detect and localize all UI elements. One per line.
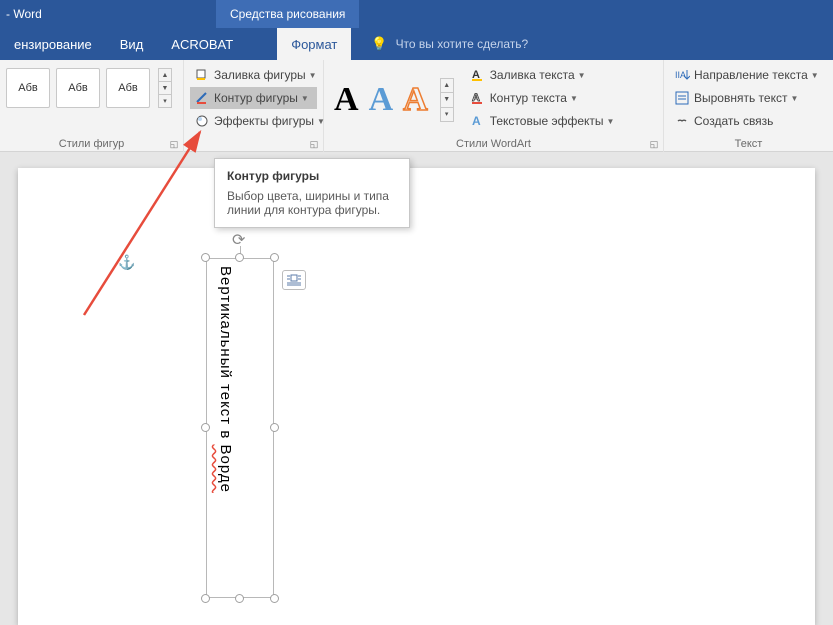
align-text-button[interactable]: Выровнять текст▼ <box>670 87 827 109</box>
resize-handle[interactable] <box>201 594 210 603</box>
tooltip-shape-outline: Контур фигуры Выбор цвета, ширины и типа… <box>214 158 410 228</box>
group-shape-options: Заливка фигуры▼ Контур фигуры▼ Эффекты ф… <box>184 60 324 152</box>
anchor-icon: ⚓ <box>118 254 135 271</box>
tooltip-body: Выбор цвета, ширины и типа линии для кон… <box>227 189 397 217</box>
resize-handle[interactable] <box>270 253 279 262</box>
tell-me-placeholder: Что вы хотите сделать? <box>396 37 529 51</box>
ribbon-tabs: ензирование Вид ACROBAT Формат 💡 Что вы … <box>0 28 833 60</box>
layout-options-icon <box>286 274 302 286</box>
gallery-up-icon[interactable]: ▲ <box>159 69 171 82</box>
wordart-thumb[interactable]: A <box>369 81 394 119</box>
ribbon: Абв Абв Абв ▲ ▼ ▾ Стили фигур ◱ Заливка … <box>0 60 833 152</box>
tell-me-search[interactable]: 💡 Что вы хотите сделать? <box>371 36 528 52</box>
fill-icon <box>194 67 210 83</box>
dialog-launcher-icon[interactable]: ◱ <box>648 138 660 150</box>
dialog-launcher-icon[interactable]: ◱ <box>308 138 320 150</box>
document-background: ⚓ ⟳ Вертикальный текст в Ворде <box>0 168 833 625</box>
resize-handle[interactable] <box>235 253 244 262</box>
tab-format[interactable]: Формат <box>277 28 351 60</box>
shape-style-thumb[interactable]: Абв <box>56 68 100 108</box>
rotate-handle-icon[interactable]: ⟳ <box>232 230 248 246</box>
shape-fill-button[interactable]: Заливка фигуры▼ <box>190 64 317 86</box>
group-label: Стили WordArt <box>456 138 531 150</box>
group-label: Текст <box>735 138 763 150</box>
textbox-content[interactable]: Вертикальный текст в Ворде <box>216 266 234 493</box>
resize-handle[interactable] <box>201 423 210 432</box>
text-outline-button[interactable]: A Контур текста▼ <box>466 87 619 109</box>
resize-handle[interactable] <box>270 594 279 603</box>
tab-view[interactable]: Вид <box>106 28 158 60</box>
gallery-scroll: ▲ ▼ ▾ <box>158 68 172 108</box>
wordart-thumb[interactable]: A <box>403 81 428 119</box>
page[interactable]: ⚓ ⟳ Вертикальный текст в Ворде <box>18 168 815 625</box>
title-bar: - Word Средства рисования <box>0 0 833 28</box>
link-icon <box>674 113 690 129</box>
gallery-down-icon[interactable]: ▼ <box>441 93 453 107</box>
shape-style-thumb[interactable]: Абв <box>6 68 50 108</box>
group-wordart-styles: A A A ▲ ▼ ▾ A Заливка текста▼ <box>324 60 664 152</box>
create-link-button[interactable]: Создать связь <box>670 110 827 132</box>
gallery-more-icon[interactable]: ▾ <box>159 95 171 107</box>
effects-icon <box>194 113 210 129</box>
outline-icon <box>194 90 210 106</box>
wordart-thumb[interactable]: A <box>334 81 359 119</box>
group-label: Стили фигур <box>59 138 124 150</box>
resize-handle[interactable] <box>201 253 210 262</box>
gallery-down-icon[interactable]: ▼ <box>159 82 171 95</box>
text-fill-button[interactable]: A Заливка текста▼ <box>466 64 619 86</box>
gallery-more-icon[interactable]: ▾ <box>441 108 453 121</box>
shape-effects-button[interactable]: Эффекты фигуры▼ <box>190 110 317 132</box>
resize-handle[interactable] <box>235 594 244 603</box>
dialog-launcher-icon[interactable]: ◱ <box>168 138 180 150</box>
shape-outline-button[interactable]: Контур фигуры▼ <box>190 87 317 109</box>
spacer <box>0 152 833 168</box>
resize-handle[interactable] <box>270 423 279 432</box>
align-text-icon <box>674 90 690 106</box>
svg-text:A: A <box>472 114 481 128</box>
gallery-up-icon[interactable]: ▲ <box>441 79 453 93</box>
selected-textbox[interactable]: ⟳ Вертикальный текст в Ворде <box>206 258 274 598</box>
app-title: - Word <box>0 7 42 21</box>
group-text: IIA Направление текста▼ Выровнять текст▼… <box>664 60 833 152</box>
text-direction-icon: IIA <box>674 67 690 83</box>
tab-acrobat[interactable]: ACROBAT <box>157 28 247 60</box>
tooltip-title: Контур фигуры <box>227 169 397 183</box>
text-fill-icon: A <box>470 67 486 83</box>
gallery-scroll: ▲ ▼ ▾ <box>440 78 454 122</box>
text-effects-icon: A <box>470 113 486 129</box>
text-effects-button[interactable]: A Текстовые эффекты▼ <box>466 110 619 132</box>
shape-style-thumb[interactable]: Абв <box>106 68 150 108</box>
contextual-tab-drawing-tools[interactable]: Средства рисования <box>216 0 359 28</box>
layout-options-button[interactable] <box>282 270 306 290</box>
text-outline-icon: A <box>470 90 486 106</box>
text-direction-button[interactable]: IIA Направление текста▼ <box>670 64 827 86</box>
bulb-icon: 💡 <box>371 36 387 52</box>
group-shape-styles: Абв Абв Абв ▲ ▼ ▾ Стили фигур ◱ <box>0 60 184 152</box>
tab-review[interactable]: ензирование <box>0 28 106 60</box>
svg-text:IIA: IIA <box>675 70 686 80</box>
